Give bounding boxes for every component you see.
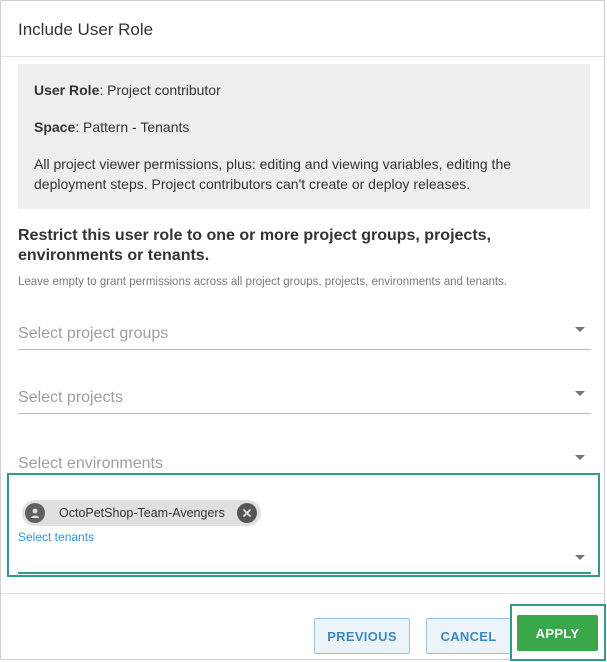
- role-value: : Project contributor: [99, 82, 221, 98]
- restrict-help-text: Leave empty to grant permissions across …: [18, 276, 507, 288]
- close-circle-icon[interactable]: [236, 503, 257, 523]
- tenant-chip-label: OctoPetShop-Team-Avengers: [59, 506, 225, 520]
- environments-placeholder: Select environments: [18, 455, 163, 472]
- projects-placeholder: Select projects: [18, 389, 123, 406]
- cancel-button[interactable]: CANCEL: [426, 618, 511, 654]
- role-info-panel: User Role: Project contributor Space: Pa…: [18, 64, 590, 209]
- role-description: All project viewer permissions, plus: ed…: [34, 156, 512, 192]
- caret-down-icon: [575, 391, 585, 396]
- footer-divider: [1, 593, 604, 594]
- tenant-chip[interactable]: OctoPetShop-Team-Avengers: [22, 500, 261, 526]
- restrict-heading: Restrict this user role to one or more p…: [18, 227, 491, 264]
- include-user-role-dialog: Include User Role User Role: Project con…: [0, 0, 605, 660]
- role-info-line: User Role: Project contributor: [34, 80, 221, 100]
- tenants-select[interactable]: [18, 545, 591, 574]
- projects-select[interactable]: Select projects: [18, 378, 591, 414]
- caret-down-icon: [575, 555, 585, 560]
- project-groups-placeholder: Select project groups: [18, 325, 169, 342]
- space-value: : Pattern - Tenants: [75, 119, 190, 135]
- tenants-field-highlight: OctoPetShop-Team-Avengers Select tenants: [7, 473, 600, 577]
- project-groups-select[interactable]: Select project groups: [18, 314, 591, 350]
- role-label: User Role: [34, 82, 100, 98]
- caret-down-icon: [575, 327, 585, 332]
- dialog-title: Include User Role: [18, 20, 154, 39]
- caret-down-icon: [575, 455, 585, 460]
- tenants-label: Select tenants: [18, 530, 95, 544]
- apply-button[interactable]: APPLY: [517, 615, 598, 651]
- tenant-avatar-icon: [25, 503, 45, 523]
- space-label: Space: [34, 119, 76, 135]
- previous-button[interactable]: PREVIOUS: [314, 618, 410, 654]
- space-info-line: Space: Pattern - Tenants: [34, 117, 189, 137]
- title-divider: [1, 56, 604, 57]
